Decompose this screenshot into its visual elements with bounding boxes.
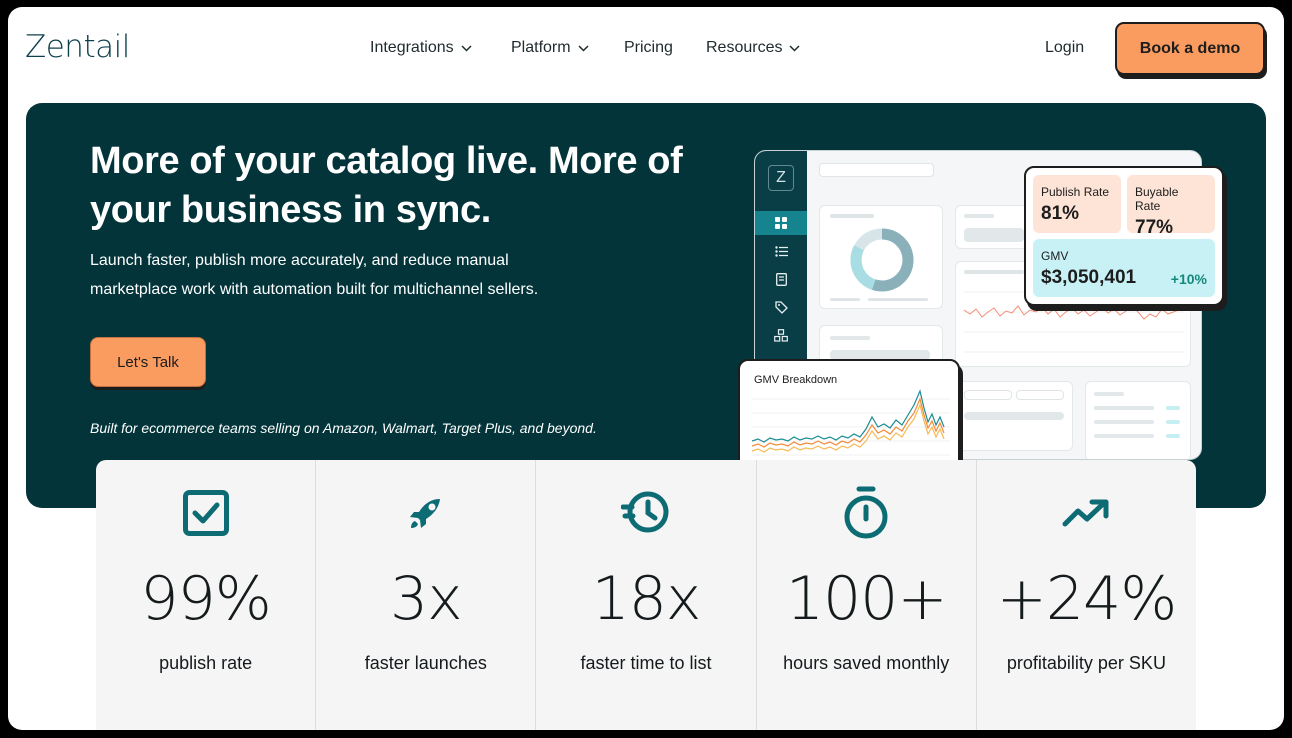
metric-label: GMV (1041, 249, 1069, 263)
gmv-breakdown-chart (752, 389, 950, 456)
hero-subtitle: Launch faster, publish more accurately, … (90, 252, 539, 298)
boxes-icon (755, 323, 807, 347)
stat-value: +24% (996, 564, 1178, 634)
stat-time-to-list: 18x faster time to list (536, 460, 757, 730)
page: Zentail Integrations Platform Pricing Re… (8, 7, 1284, 730)
stat-value: 3x (389, 564, 463, 634)
stat-publish-rate: 99% publish rate (96, 460, 317, 730)
stat-profitability: +24% profitability per SKU (977, 460, 1196, 730)
nav-platform[interactable]: Platform (511, 39, 589, 57)
gmv-breakdown-title: GMV Breakdown (754, 374, 838, 386)
dashboard-logo: Z (768, 165, 794, 191)
buyable-rate-tile: Buyable Rate 77% (1127, 175, 1215, 238)
list-icon (755, 239, 807, 263)
stat-faster-launches: 3x faster launches (316, 460, 537, 730)
hero-title: More of your catalog live. More of your … (90, 140, 683, 231)
stat-value: 18x (591, 564, 702, 634)
tag-icon (755, 295, 807, 319)
nav-resources[interactable]: Resources (706, 39, 801, 57)
stat-value: 99% (140, 564, 271, 634)
nav-integrations[interactable]: Integrations (370, 39, 472, 57)
stopwatch-icon (839, 486, 893, 540)
stat-value: 100+ (785, 564, 948, 634)
donut-card (819, 205, 943, 309)
gmv-breakdown-card: GMV Breakdown (738, 359, 960, 474)
book-demo-button[interactable]: Book a demo (1115, 22, 1265, 75)
stat-label: faster launches (364, 653, 487, 673)
chevron-down-icon (789, 44, 801, 52)
stat-label: hours saved monthly (783, 653, 950, 673)
metric-label: Buyable Rate (1135, 185, 1179, 213)
stat-label: publish rate (159, 653, 253, 673)
hero-note: Built for ecommerce teams selling on Ama… (90, 420, 597, 436)
logo[interactable]: Zentail (25, 29, 130, 65)
metric-value: 77% (1135, 217, 1174, 238)
grid-icon (755, 211, 807, 235)
gmv-tile: GMV $3,050,401 +10% (1033, 239, 1215, 297)
metric-value: 81% (1041, 203, 1080, 224)
trending-up-icon (1059, 486, 1113, 540)
stat-label: faster time to list (580, 653, 712, 673)
lets-talk-button[interactable]: Let's Talk (90, 337, 206, 387)
nav-label: Resources (706, 39, 783, 56)
gmv-change: +10% (1170, 271, 1207, 287)
chevron-down-icon (461, 44, 472, 52)
stat-label: profitability per SKU (1006, 653, 1166, 673)
book-icon (755, 267, 807, 291)
nav-label: Platform (511, 39, 571, 56)
checkbox-icon (179, 486, 233, 540)
chevron-down-icon (578, 44, 589, 52)
history-clock-icon (619, 486, 673, 540)
donut-chart (830, 214, 928, 301)
publish-rate-tile: Publish Rate 81% (1033, 175, 1121, 233)
metrics-card: Publish Rate 81% Buyable Rate 77% GMV $3… (1024, 166, 1224, 306)
nav-label: Pricing (624, 39, 673, 56)
stat-hours-saved: 100+ hours saved monthly (757, 460, 977, 730)
metric-label: Publish Rate (1041, 185, 1110, 199)
nav-label: Integrations (370, 39, 454, 56)
stats-section: 99% publish rate 3x faster launches 18x … (96, 460, 1196, 730)
nav-pricing[interactable]: Pricing (624, 39, 673, 57)
rocket-icon (399, 486, 453, 540)
login-link[interactable]: Login (1045, 39, 1084, 57)
